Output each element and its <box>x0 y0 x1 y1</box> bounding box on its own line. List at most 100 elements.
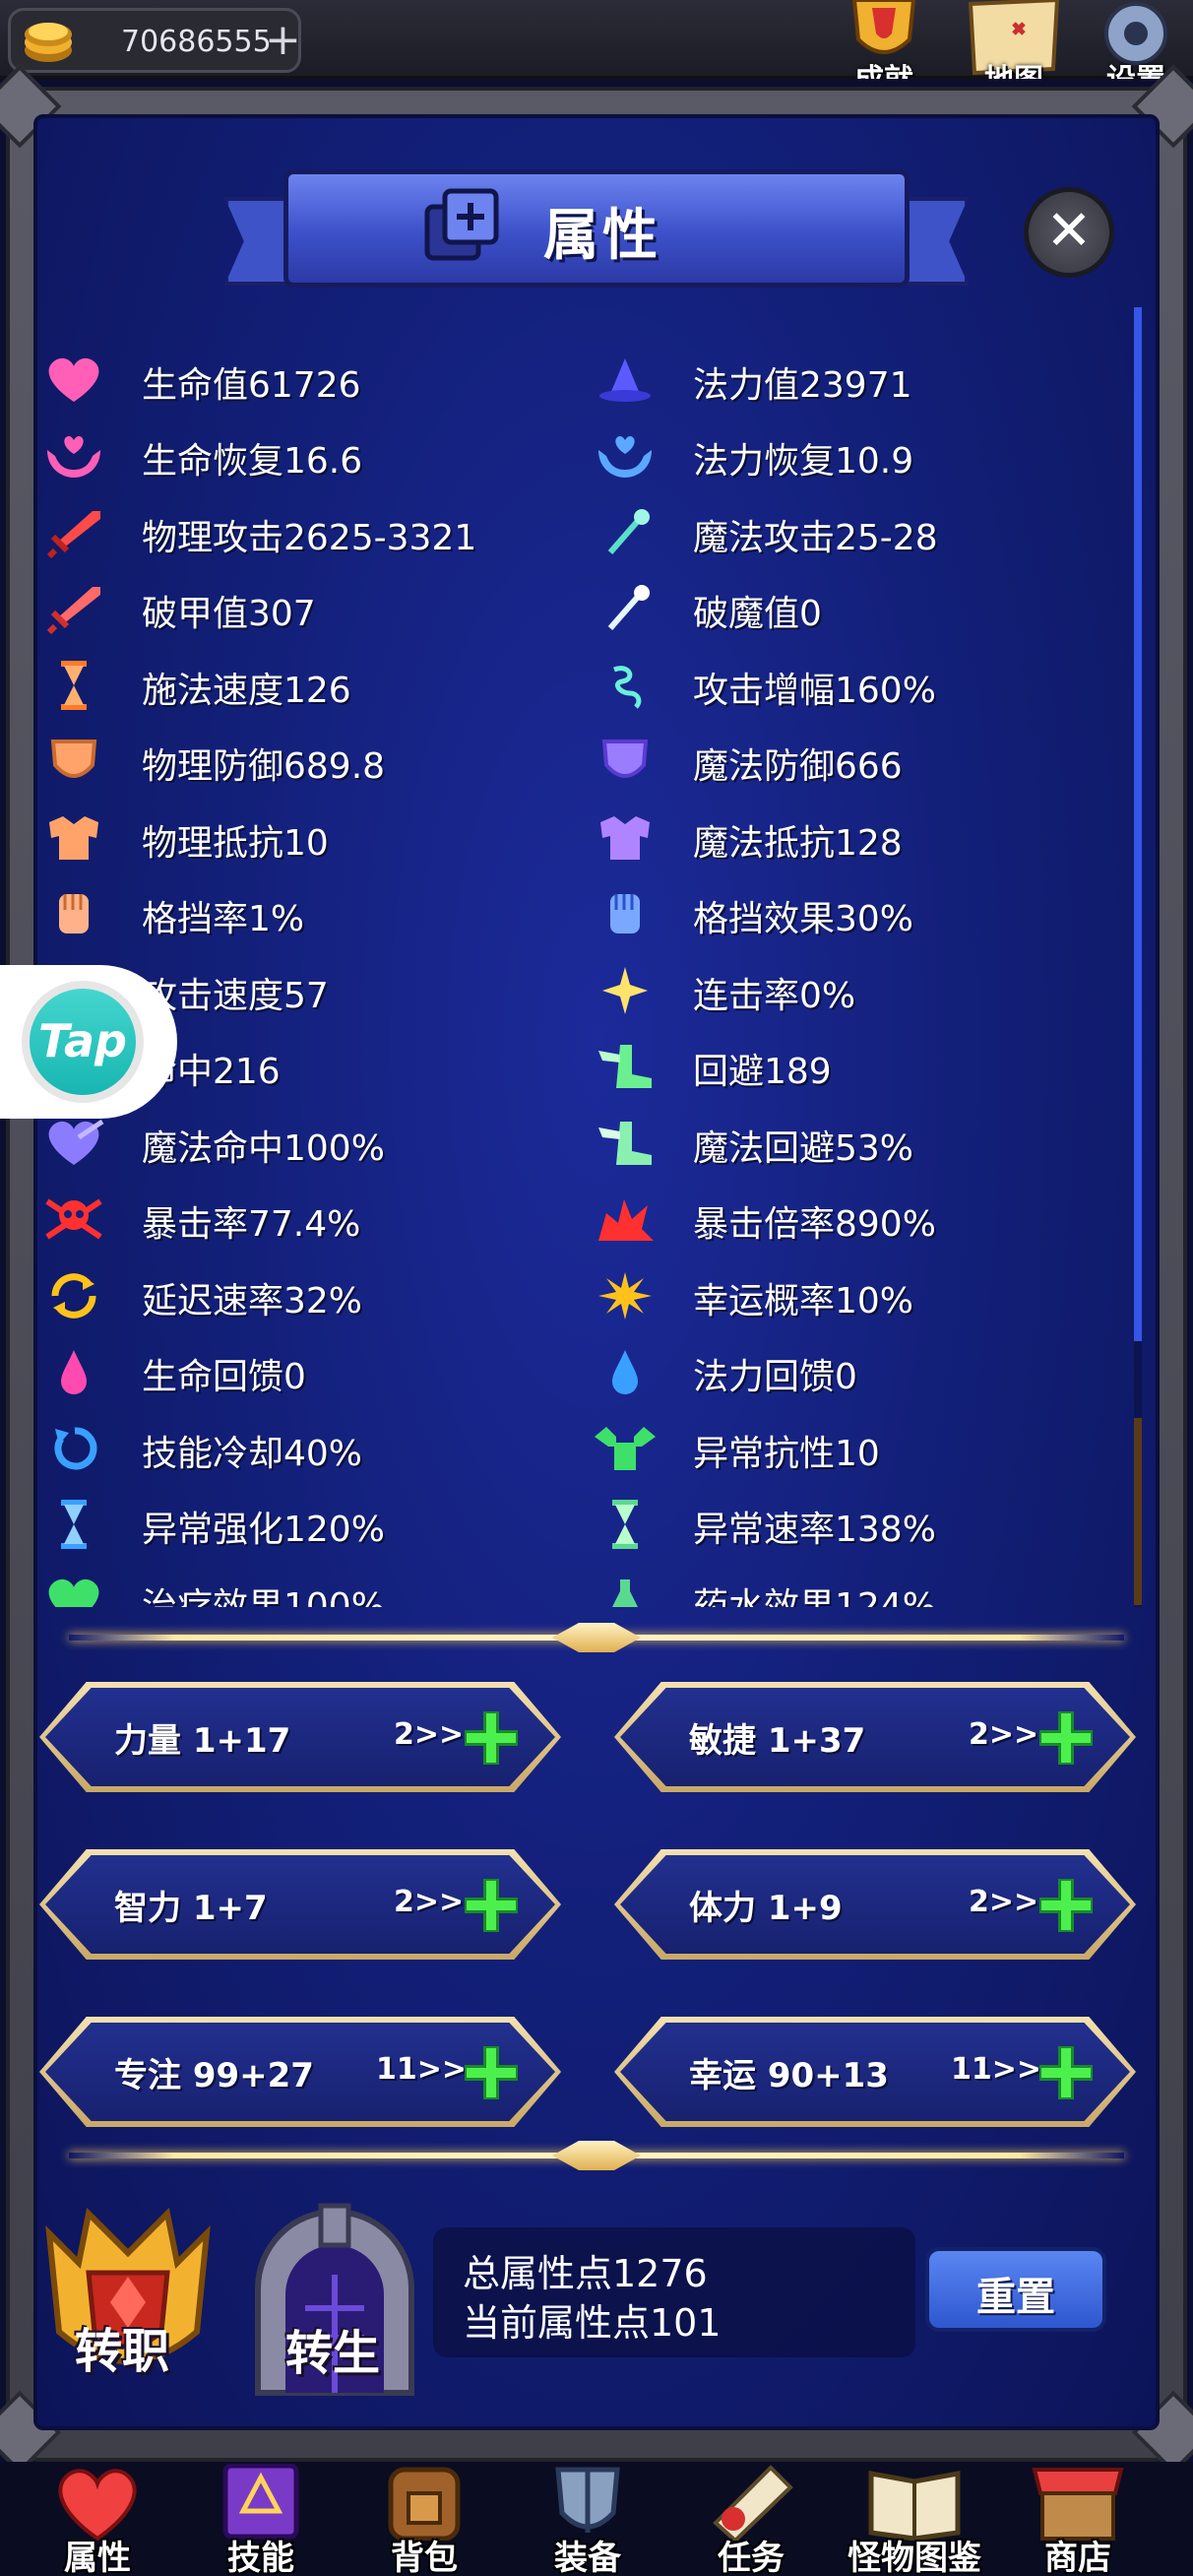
attr-stamina-label: 体力 1+9 <box>689 1889 843 1928</box>
rebirth-label: 转生 <box>285 2326 381 2381</box>
nav-quests[interactable]: 任务 <box>677 2462 825 2576</box>
cooldown-icon <box>54 1427 97 1470</box>
intellect-plus-icon[interactable] <box>461 1875 522 1936</box>
quest-scroll-icon <box>713 2465 793 2541</box>
fist-icon <box>59 894 89 934</box>
stat-crit-multiplier: 暴击倍率890% <box>591 1190 1122 1249</box>
current-points: 当前属性点101 <box>463 2301 722 2345</box>
add-coins-button[interactable]: + <box>265 15 301 66</box>
stats-scrollbar-end <box>1134 1418 1142 1605</box>
tap-logo-icon[interactable]: Tap <box>22 981 144 1103</box>
sword-icon <box>46 511 100 558</box>
job-change-label: 转职 <box>75 2324 170 2379</box>
stamina-plus-icon[interactable] <box>1036 1875 1097 1936</box>
stats-list[interactable]: 生命值61726 生命恢复16.6 物理攻击2625-3321 破甲值307 施… <box>39 307 1142 1607</box>
attribute-plus-icon <box>424 188 499 261</box>
skill-book-icon <box>222 2464 299 2540</box>
armor-pierce-sword-icon <box>46 587 100 634</box>
heart-nav-icon <box>58 2469 137 2541</box>
chest-armor-icon <box>49 816 98 860</box>
stat-magic-accuracy: 魔法命中100% <box>39 1114 571 1173</box>
nav-backpack[interactable]: 背包 <box>350 2462 498 2576</box>
stat-mp: 法力值23971 <box>591 351 1122 410</box>
heal-icon <box>48 1578 99 1607</box>
nav-shop[interactable]: 商店 <box>1004 2462 1152 2576</box>
stat-phys-defense: 物理防御689.8 <box>39 732 571 791</box>
magic-heart-icon <box>48 1119 104 1165</box>
stat-status-enhance: 异常强化120% <box>39 1495 571 1554</box>
stat-heal-effect: 治疗效果100% <box>39 1572 571 1607</box>
shop-icon <box>1032 2468 1124 2541</box>
stat-crit-rate: 暴击率77.4% <box>39 1190 571 1249</box>
close-button[interactable]: ✕ <box>1024 187 1114 278</box>
close-icon: ✕ <box>1045 199 1093 263</box>
stat-magic-attack: 魔法攻击25-28 <box>591 503 1122 562</box>
attr-intellect-cost: 2>> <box>394 1885 465 1919</box>
nav-attributes[interactable]: 属性 <box>24 2462 171 2576</box>
monster-book-icon <box>868 2471 961 2541</box>
blue-fist-icon <box>610 894 640 934</box>
magic-shield-icon <box>601 740 649 778</box>
focus-plus-icon[interactable] <box>461 2042 522 2103</box>
stats-scrollbar-thumb[interactable] <box>1134 307 1142 1341</box>
wizard-hat-icon <box>599 358 651 402</box>
heart-icon <box>48 357 99 402</box>
attr-agility-label: 敏捷 1+37 <box>689 1721 866 1761</box>
stat-hp-regen: 生命恢复16.6 <box>39 426 571 485</box>
potion-icon <box>612 1579 638 1607</box>
stat-potion-effect: 药水效果124% <box>591 1572 1122 1607</box>
total-points: 总属性点1276 <box>463 2252 708 2295</box>
map-label: 地图 <box>965 55 1063 79</box>
attr-focus-cost: 11>> <box>376 2052 468 2087</box>
stat-hp-feedback: 生命回馈0 <box>39 1342 571 1401</box>
attr-agility-cost: 2>> <box>969 1717 1039 1752</box>
stat-magic-resist: 魔法抵抗128 <box>591 808 1122 868</box>
hourglass-icon <box>612 1500 638 1549</box>
skull-icon <box>45 1198 102 1240</box>
stat-luck-chance: 幸运概率10% <box>591 1266 1122 1325</box>
crit-burst-icon <box>598 1199 654 1241</box>
attr-luck-cost: 11>> <box>951 2052 1042 2087</box>
coin-amount: 70686555 <box>121 25 272 59</box>
top-bar: 70686555 + 成就 地图 设置 <box>0 0 1193 79</box>
stat-status-resist: 异常抗性10 <box>591 1419 1122 1478</box>
stat-evasion: 回避189 <box>591 1037 1122 1096</box>
luck-plus-icon[interactable] <box>1036 2042 1097 2103</box>
panel-title: 属性 <box>543 204 661 268</box>
stat-status-rate: 异常速率138% <box>591 1495 1122 1554</box>
blue-drop-icon <box>612 1350 638 1394</box>
attr-strength-cost: 2>> <box>394 1717 465 1752</box>
stat-block-effect: 格挡效果30% <box>591 884 1122 943</box>
stat-delay-rate: 延迟速率32% <box>39 1266 571 1325</box>
nav-monster-guide[interactable]: 怪物图鉴 <box>841 2462 988 2576</box>
stat-hp: 生命值61726 <box>39 351 571 410</box>
combo-star-icon <box>602 967 648 1014</box>
stat-magic-evasion: 魔法回避53% <box>591 1114 1122 1173</box>
nav-equipment[interactable]: 装备 <box>514 2462 661 2576</box>
gold-coin-icon <box>25 23 72 62</box>
nav-skills[interactable]: 技能 <box>187 2462 335 2576</box>
stat-mp-feedback: 法力回馈0 <box>591 1342 1122 1401</box>
shield-icon <box>50 740 97 778</box>
winged-boot-icon <box>598 1045 652 1088</box>
attr-strength-label: 力量 1+17 <box>114 1721 291 1761</box>
attr-focus-label: 专注 99+27 <box>114 2056 314 2095</box>
stat-mp-regen: 法力恢复10.9 <box>591 426 1122 485</box>
agility-plus-icon[interactable] <box>1036 1707 1097 1769</box>
equipment-icon <box>555 2467 620 2533</box>
stat-magic-pierce: 破魔值0 <box>591 579 1122 638</box>
stat-attack-boost: 攻击增幅160% <box>591 656 1122 715</box>
pink-drop-icon <box>61 1350 87 1394</box>
attr-luck-label: 幸运 90+13 <box>689 2056 889 2095</box>
stat-armor-pierce: 破甲值307 <box>39 579 571 638</box>
strength-plus-icon[interactable] <box>461 1707 522 1769</box>
stat-block-rate: 格挡率1% <box>39 884 571 943</box>
magic-armor-icon <box>600 816 650 860</box>
swirl-icon <box>613 666 642 709</box>
backpack-icon <box>388 2467 461 2541</box>
stat-magic-defense: 魔法防御666 <box>591 732 1122 791</box>
magic-boot-icon <box>598 1122 652 1165</box>
mana-regen-icon <box>598 436 652 478</box>
reset-button[interactable]: 重置 <box>925 2247 1106 2332</box>
stat-skill-cooldown: 技能冷却40% <box>39 1419 571 1478</box>
